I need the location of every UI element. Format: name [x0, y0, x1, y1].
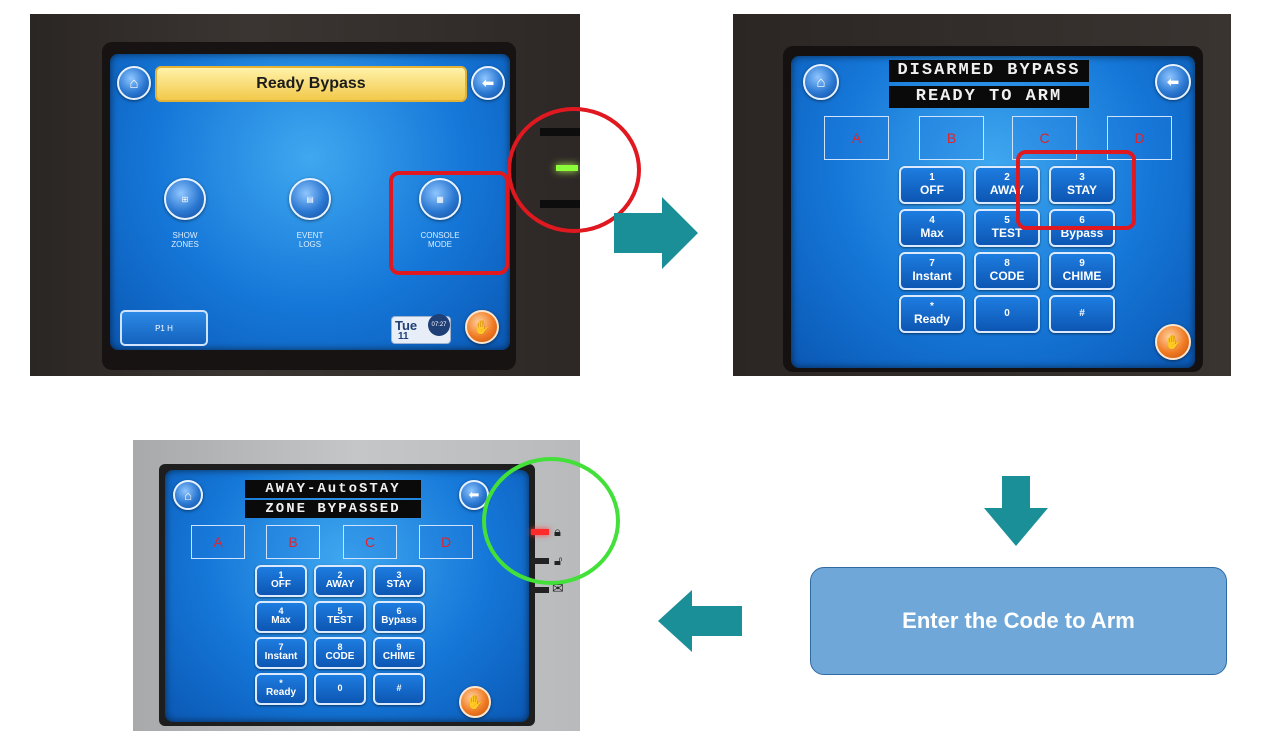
lcd-line-2: READY TO ARM [889, 86, 1089, 108]
home-icon: ⌂ [184, 487, 192, 503]
status-title: Ready Bypass [256, 75, 366, 92]
show-zones-label: SHOW ZONES [171, 231, 199, 249]
panic-icon: ✋ [466, 693, 484, 710]
home-icon: ⌂ [129, 74, 139, 92]
emergency-button[interactable]: ✋ [465, 310, 499, 344]
lcd-line-1: DISARMED BYPASS [889, 60, 1089, 82]
show-zones-icon: ⊞ [164, 178, 206, 220]
keypad-key-chime[interactable]: 9 CHIME [373, 637, 425, 669]
key-label: STAY [386, 579, 412, 591]
lcd-line-2: ZONE BYPASSED [245, 500, 421, 518]
keypad-key-max[interactable]: 4 Max [255, 601, 307, 633]
zone-b-button[interactable]: B [919, 116, 984, 160]
step-instruction-box: Enter the Code to Arm [810, 567, 1227, 675]
emergency-button[interactable]: ✋ [459, 686, 491, 718]
key-label: OFF [271, 579, 291, 591]
key-label: CODE [325, 651, 355, 663]
keypad-panel-3: 1 OFF 2 AWAY 3 STAY 4 Max 5 TEST 6 Bypass 7 Instant 8 C… [255, 565, 425, 705]
back-button[interactable]: ⬅ [1155, 64, 1191, 100]
zone-c-button[interactable]: C [343, 525, 397, 559]
time-text: 07:27 [428, 314, 450, 336]
keypad-key-stay[interactable]: 3 STAY [373, 565, 425, 597]
photo-panel-1: ⌂ Ready Bypass ⬅ ⊞ SHOW ZONES ▤ EVENT LO… [30, 14, 580, 376]
key-label: Ready [913, 311, 951, 326]
keypad-key-zero[interactable]: 0 [314, 673, 366, 705]
key-label: CHIME [1062, 268, 1102, 283]
back-arrow-icon: ⬅ [1166, 74, 1180, 91]
panic-icon: ✋ [473, 318, 491, 335]
photo-panel-2: ⌂ DISARMED BYPASS READY TO ARM ⬅ A B C D… [733, 14, 1231, 376]
console-mode-highlight [389, 171, 509, 275]
keypad-key-ready[interactable]: * Ready [255, 673, 307, 705]
keypad-key-zero[interactable]: 0 [974, 295, 1040, 333]
home-button[interactable]: ⌂ [803, 64, 839, 100]
keypad-key-chime[interactable]: 9 CHIME [1049, 252, 1115, 290]
partition-button[interactable]: P1 H [120, 310, 208, 346]
key-label: AWAY [325, 579, 355, 591]
keypad-key-test[interactable]: 5 TEST [314, 601, 366, 633]
key-label: TEST [327, 615, 353, 627]
key-label: OFF [920, 182, 944, 197]
home-icon: ⌂ [816, 73, 826, 91]
home-button[interactable]: ⌂ [117, 66, 151, 100]
keypad-key-pound[interactable]: # [373, 673, 425, 705]
key-label: Max [271, 615, 291, 627]
key-number: # [1079, 307, 1085, 319]
key-number: # [396, 683, 402, 694]
date-text: 11 [398, 331, 409, 342]
arrow-left [658, 590, 742, 652]
status-title-bar: Ready Bypass [155, 66, 467, 102]
key-label: CHIME [382, 651, 416, 663]
key-number: 0 [1004, 307, 1010, 319]
message-led [531, 587, 549, 593]
show-zones-item[interactable]: ⊞ SHOW ZONES [150, 178, 220, 250]
key-label: CODE [989, 268, 1025, 283]
back-arrow-icon: ⬅ [481, 75, 495, 92]
event-logs-item[interactable]: ▤ EVENT LOGS [275, 178, 345, 250]
keypad-key-instant[interactable]: 7 Instant [899, 252, 965, 290]
key-label: Instant [264, 651, 298, 663]
keypad-key-bypass[interactable]: 6 Bypass [373, 601, 425, 633]
keypad-key-code[interactable]: 8 CODE [314, 637, 366, 669]
back-button[interactable]: ⬅ [471, 66, 505, 100]
keypad-key-away[interactable]: 2 AWAY [314, 565, 366, 597]
keypad-key-instant[interactable]: 7 Instant [255, 637, 307, 669]
home-button[interactable]: ⌂ [173, 480, 203, 510]
key-number: 0 [337, 683, 343, 694]
status-led-highlight-green-circle [482, 457, 620, 585]
emergency-button[interactable]: ✋ [1155, 324, 1191, 360]
keypad-key-off[interactable]: 1 OFF [899, 166, 965, 204]
stay-key-highlight [1016, 150, 1136, 230]
partition-label: P1 H [155, 323, 173, 333]
keypad-key-ready[interactable]: * Ready [899, 295, 965, 333]
keypad-key-pound[interactable]: # [1049, 295, 1115, 333]
keypad-key-code[interactable]: 8 CODE [974, 252, 1040, 290]
arrow-right [614, 197, 698, 269]
lcd-line-1: AWAY-AutoSTAY [245, 480, 421, 498]
keypad-key-off[interactable]: 1 OFF [255, 565, 307, 597]
back-arrow-icon: ⬅ [468, 487, 480, 502]
keypad-key-max[interactable]: 4 Max [899, 209, 965, 247]
event-logs-label: EVENT LOGS [296, 231, 324, 249]
event-logs-icon: ▤ [289, 178, 331, 220]
key-label: Instant [912, 268, 952, 283]
key-label: Bypass [381, 615, 417, 627]
key-label: TEST [991, 225, 1023, 240]
key-label: Ready [265, 687, 296, 699]
step-instruction-text: Enter the Code to Arm [902, 608, 1135, 633]
panic-icon: ✋ [1164, 333, 1182, 350]
zone-a-button[interactable]: A [191, 525, 245, 559]
key-label: Max [920, 225, 944, 240]
zone-d-button[interactable]: D [419, 525, 473, 559]
date-badge: Tue 11 07:27 [391, 314, 451, 344]
zone-b-button[interactable]: B [266, 525, 320, 559]
arrow-down [984, 476, 1048, 546]
zone-a-button[interactable]: A [824, 116, 889, 160]
touchscreen-3: ⌂ AWAY-AutoSTAY ZONE BYPASSED ⬅ A B C D … [165, 470, 529, 722]
